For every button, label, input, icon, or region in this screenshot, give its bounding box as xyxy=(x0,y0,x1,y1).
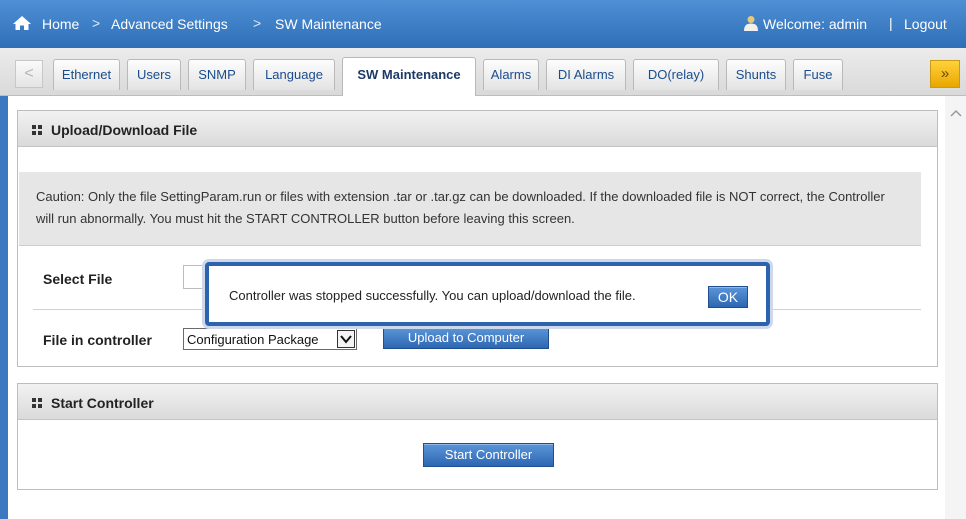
chevron-down-icon[interactable] xyxy=(337,330,355,348)
welcome-text: Welcome: admin xyxy=(763,16,868,32)
upload-download-header: Upload/Download File xyxy=(18,111,937,147)
breadcrumb-advanced-settings[interactable]: Advanced Settings xyxy=(111,16,228,32)
scroll-up-icon[interactable] xyxy=(945,108,966,122)
panel-title: Upload/Download File xyxy=(51,122,198,138)
start-controller-panel: Start Controller xyxy=(17,383,938,490)
home-icon[interactable] xyxy=(12,15,32,31)
tab-snmp[interactable]: SNMP xyxy=(188,59,246,90)
file-type-selected-value: Configuration Package xyxy=(187,332,319,347)
grip-icon xyxy=(32,398,42,408)
tab-ethernet[interactable]: Ethernet xyxy=(53,59,120,90)
tab-scroll-right-button[interactable]: » xyxy=(930,60,960,88)
topbar-divider: | xyxy=(889,15,893,31)
tab-alarms[interactable]: Alarms xyxy=(483,59,539,90)
tab-scroll-left-button[interactable]: < xyxy=(15,60,43,88)
ok-button[interactable]: OK xyxy=(708,286,748,308)
breadcrumb-home[interactable]: Home xyxy=(42,16,79,32)
breadcrumb-separator: > xyxy=(92,15,101,31)
select-file-label: Select File xyxy=(43,271,113,287)
file-type-select[interactable]: Configuration Package xyxy=(183,328,357,350)
logout-link[interactable]: Logout xyxy=(904,16,947,32)
tab-bar: < Ethernet Users SNMP Language SW Mainte… xyxy=(0,48,966,96)
left-accent-strip xyxy=(0,96,8,519)
tab-users[interactable]: Users xyxy=(127,59,181,90)
start-controller-header: Start Controller xyxy=(18,384,937,420)
tab-shunts[interactable]: Shunts xyxy=(726,59,786,90)
message-dialog: Controller was stopped successfully. You… xyxy=(205,262,770,326)
caution-message: Caution: Only the file SettingParam.run … xyxy=(19,172,921,246)
tab-sw-maintenance[interactable]: SW Maintenance xyxy=(342,57,476,96)
tab-di-alarms[interactable]: DI Alarms xyxy=(546,59,626,90)
dialog-message: Controller was stopped successfully. You… xyxy=(229,288,636,303)
breadcrumb-separator: > xyxy=(253,15,262,31)
user-icon xyxy=(744,16,758,31)
upload-to-computer-button[interactable]: Upload to Computer xyxy=(383,327,549,349)
file-in-controller-label: File in controller xyxy=(43,332,152,348)
tab-do-relay[interactable]: DO(relay) xyxy=(633,59,719,90)
breadcrumb-sw-maintenance: SW Maintenance xyxy=(275,16,382,32)
tab-language[interactable]: Language xyxy=(253,59,335,90)
start-controller-button[interactable]: Start Controller xyxy=(423,443,554,467)
grip-icon xyxy=(32,125,42,135)
top-bar: Home > Advanced Settings > SW Maintenanc… xyxy=(0,0,966,48)
panel-title: Start Controller xyxy=(51,395,154,411)
tab-fuse[interactable]: Fuse xyxy=(793,59,843,90)
vertical-scrollbar[interactable] xyxy=(945,96,966,519)
